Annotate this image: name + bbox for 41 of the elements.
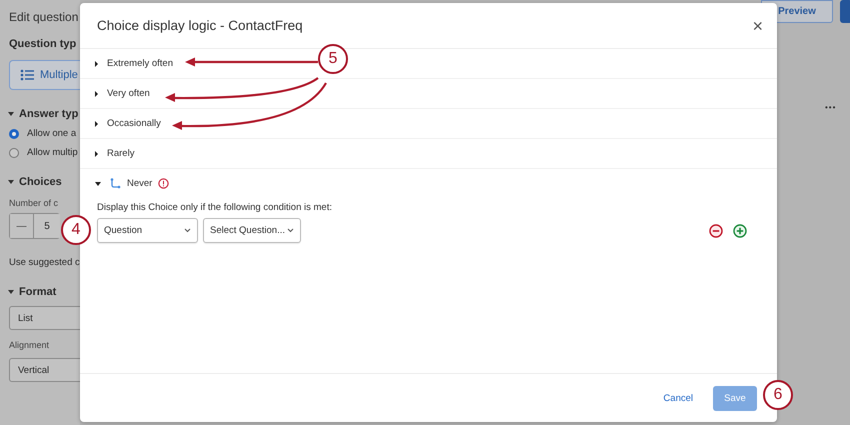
section-title: Question typ — [9, 38, 76, 50]
caret-icon[interactable] — [8, 290, 14, 294]
choice-label[interactable]: Never — [127, 178, 152, 189]
alignment-dropdown[interactable]: Vertical — [9, 358, 80, 382]
choice-label[interactable]: Occasionally — [107, 118, 161, 129]
option-label: Allow one a — [27, 128, 76, 139]
choice-label[interactable]: Very often — [107, 88, 150, 99]
choice-label[interactable]: Rarely — [107, 148, 134, 159]
caret-icon[interactable] — [95, 120, 98, 126]
caret-icon[interactable] — [95, 90, 98, 96]
condition-dropdown[interactable]: Select Question... — [203, 218, 301, 243]
chevron-icon — [184, 228, 191, 233]
section-title: Choices — [19, 176, 62, 188]
cancel-button[interactable]: Cancel — [663, 392, 693, 404]
caret-icon[interactable] — [95, 60, 98, 66]
caret-icon[interactable] — [8, 180, 14, 184]
more-options-icon[interactable]: ••• — [825, 103, 836, 112]
remove-condition-icon[interactable] — [709, 224, 723, 238]
option-label: Allow multip — [27, 147, 78, 158]
condition-dropdown[interactable]: Question — [97, 218, 198, 243]
radio-button[interactable] — [9, 128, 19, 138]
step-callout: 6 — [763, 380, 793, 410]
field-label: Alignment — [9, 340, 50, 350]
format-dropdown[interactable]: List — [9, 306, 80, 330]
field-label: Number of c — [9, 198, 58, 208]
caret-icon[interactable] — [95, 150, 98, 156]
suggested-choices-text: Use suggested c — [9, 257, 80, 268]
section-title: Format — [19, 286, 56, 298]
radio-button[interactable] — [9, 148, 19, 158]
dialog-title: Choice display logic - ContactFreq — [97, 18, 303, 33]
caret-icon[interactable] — [8, 112, 14, 116]
list-icon — [20, 69, 34, 81]
condition-text: Display this Choice only if the following condition is met: — [97, 202, 333, 213]
caret-icon[interactable] — [95, 182, 101, 186]
chevron-icon — [287, 228, 294, 233]
add-condition-icon[interactable] — [733, 224, 747, 238]
choice-label[interactable]: Extremely often — [107, 58, 173, 69]
close-button[interactable]: × — [752, 16, 763, 34]
panel-title: Edit question — [9, 10, 78, 24]
question-type-button[interactable]: Multiple — [9, 60, 80, 90]
section-title: Answer typ — [19, 108, 78, 120]
